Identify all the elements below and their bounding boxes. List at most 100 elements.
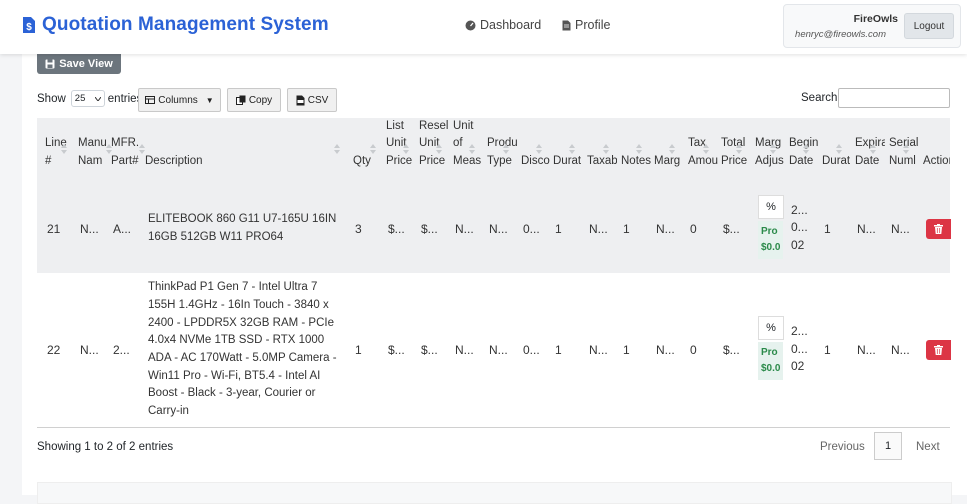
column-header-line: Taxab <box>587 154 617 167</box>
sort-icon[interactable] <box>569 144 576 156</box>
column-header-line: Price <box>419 154 446 167</box>
sort-icon[interactable] <box>736 144 743 156</box>
column-header-qty[interactable]: Qty <box>353 153 383 171</box>
column-header-unit-of-measure[interactable]: Unit of Meas <box>453 118 483 171</box>
sort-icon[interactable] <box>536 144 543 156</box>
gauge-icon <box>465 20 476 30</box>
sort-icon[interactable] <box>770 144 777 156</box>
chevron-down-icon <box>94 96 101 101</box>
sort-icon[interactable] <box>803 144 810 156</box>
nav-dashboard-label: Dashboard <box>480 18 542 32</box>
sort-icon[interactable] <box>61 144 68 156</box>
margin-type-percent[interactable]: % <box>758 194 784 219</box>
logout-button[interactable]: Logout <box>904 13 954 39</box>
cell-duration: 1 <box>555 343 562 357</box>
margin-adjust-amount: $0.0 <box>761 363 781 374</box>
caret-down-icon: ▼ <box>205 95 214 105</box>
delete-row-button[interactable] <box>926 218 951 239</box>
margin-adjust-value[interactable]: Pro $0.0 <box>758 220 783 259</box>
show-label: Show <box>37 92 66 105</box>
svg-text:$: $ <box>26 22 32 33</box>
search-label: Search: <box>801 92 841 104</box>
cell-discount: 0... <box>523 343 540 357</box>
column-header-product-type[interactable]: Produ Type <box>487 135 517 170</box>
sort-icon[interactable] <box>870 144 877 156</box>
sort-icon[interactable] <box>636 144 643 156</box>
cell-list-unit-price: $... <box>388 221 405 236</box>
column-header-taxable[interactable]: Taxab <box>587 153 617 171</box>
bottom-panel <box>37 482 952 504</box>
next-page-button[interactable]: Next <box>916 441 940 453</box>
cell-mfr-part: A... <box>113 221 132 236</box>
sort-icon[interactable] <box>503 144 510 156</box>
sort-icon[interactable] <box>603 144 610 156</box>
save-view-button[interactable]: Save View <box>37 54 121 74</box>
column-header-line: Action <box>923 154 950 167</box>
sort-icon[interactable] <box>669 144 676 156</box>
columns-button[interactable]: Columns ▼ <box>138 88 221 112</box>
cell-list-unit-price: $... <box>388 343 405 357</box>
trash-icon <box>934 345 943 355</box>
column-header-list-unit-price[interactable]: List Unit Price <box>386 118 416 171</box>
column-header-reseller-unit-price[interactable]: Resel Unit Price <box>419 118 449 171</box>
cell-taxable: N... <box>589 343 608 357</box>
column-header-line: Part# <box>111 154 139 167</box>
nav-profile-label: Profile <box>575 18 611 32</box>
cell-begin-date: 02 <box>791 237 805 252</box>
sort-icon[interactable] <box>403 144 410 156</box>
csv-button[interactable]: CSV <box>287 88 337 112</box>
column-header-mfr-part[interactable]: MFR. Part# <box>111 135 141 170</box>
column-header-line: Description <box>145 154 203 167</box>
sort-icon[interactable] <box>903 144 910 156</box>
delete-row-button[interactable] <box>926 340 951 360</box>
column-header-duration[interactable]: Durat <box>553 153 583 171</box>
brand[interactable]: $ Quotation Management System <box>22 14 329 36</box>
user-email: henryc@fireowls.com <box>795 29 886 40</box>
cell-total-price: $... <box>723 343 740 357</box>
cell-begin-date: 2... <box>791 202 808 217</box>
cell-reseller-unit-price: $... <box>421 343 438 357</box>
column-header-line: Unit <box>419 137 440 149</box>
cell-taxable: N... <box>589 221 608 236</box>
page-button[interactable]: 1 <box>874 432 902 460</box>
user-panel: FireOwls henryc@fireowls.com Logout <box>783 4 961 48</box>
column-header-manufacturer[interactable]: Manu Nam <box>78 135 108 170</box>
page-length-select[interactable]: 25 <box>70 90 105 107</box>
table-bottom-border <box>37 427 950 428</box>
cell-margin: N... <box>656 221 675 236</box>
sort-icon[interactable] <box>703 144 710 156</box>
columns-label: Columns <box>158 94 198 106</box>
copy-button[interactable]: Copy <box>227 88 281 112</box>
sort-icon[interactable] <box>469 144 476 156</box>
nav-dashboard[interactable]: Dashboard <box>465 18 541 32</box>
sort-icon[interactable] <box>836 144 843 156</box>
margin-type-percent[interactable]: % <box>758 316 784 340</box>
top-navbar: $ Quotation Management System Dashboard … <box>0 0 967 54</box>
column-header-line: Durat <box>553 154 582 167</box>
column-header-action[interactable]: Action <box>923 153 950 171</box>
column-header-line: Manu <box>78 137 107 149</box>
sort-icon[interactable] <box>436 144 443 156</box>
page-length-value: 25 <box>74 93 86 104</box>
cell-serial-number: N... <box>891 343 910 357</box>
cell-begin-date: 0... <box>791 341 808 356</box>
column-header-description[interactable]: Description <box>145 153 325 171</box>
sort-icon[interactable] <box>370 144 377 156</box>
column-header-line: Produ <box>487 137 517 149</box>
table-icon <box>145 96 156 104</box>
cell-reseller-unit-price: $... <box>421 221 438 236</box>
trash-icon <box>934 223 943 234</box>
previous-page-button[interactable]: Previous <box>820 441 865 453</box>
nav-profile[interactable]: Profile <box>562 18 610 32</box>
cell-mfr-part: 2... <box>113 343 130 357</box>
table-row: 21 N... A... 3 $... $... N... N... 0... 1 N... 1 N..… <box>37 184 951 273</box>
margin-adjust-value[interactable]: Pro $0.0 <box>758 342 783 380</box>
save-view-label: Save View <box>59 58 113 70</box>
cell-unit-of-measure: N... <box>455 343 474 357</box>
length-control: Show 25 entries <box>37 90 142 107</box>
sort-icon[interactable] <box>334 144 341 156</box>
column-header-line: Price <box>386 154 413 167</box>
search-input[interactable] <box>838 88 950 108</box>
file-icon <box>562 20 571 30</box>
column-header-line[interactable]: Line # <box>45 135 75 170</box>
